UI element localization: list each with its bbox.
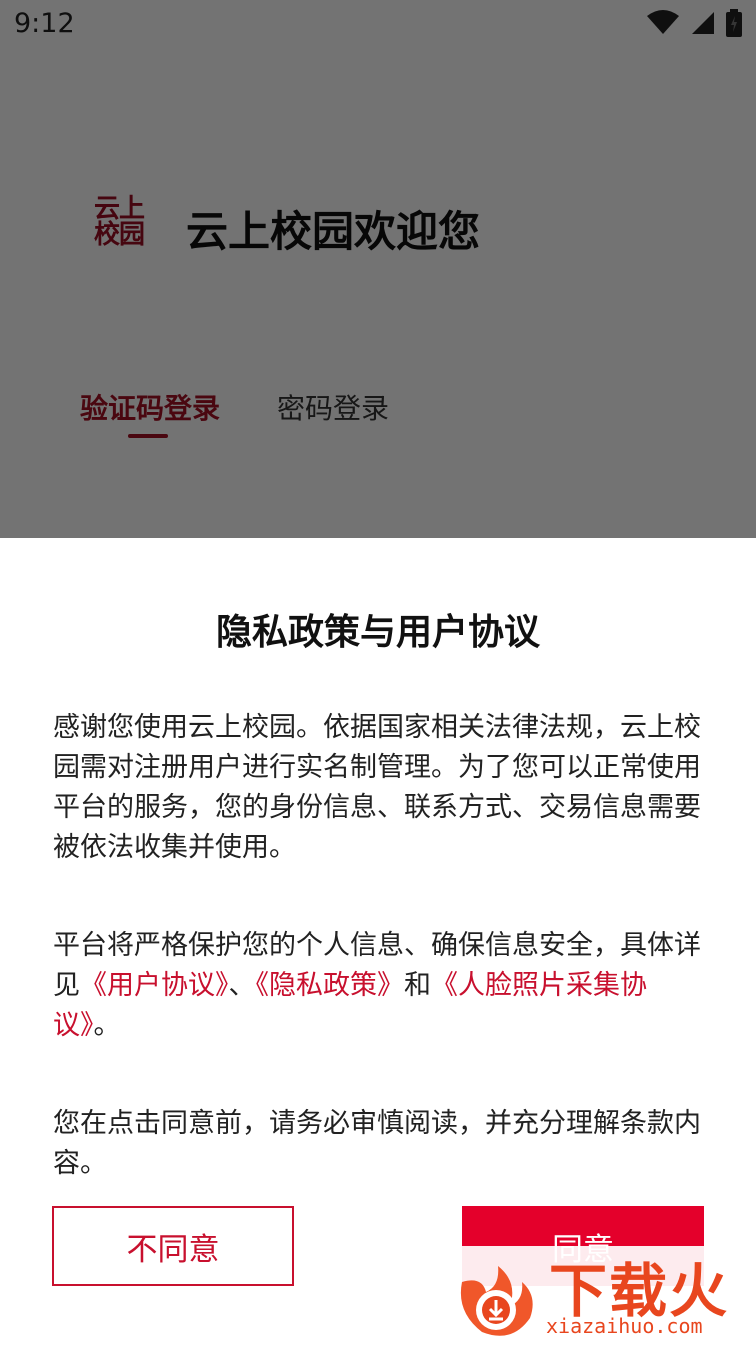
privacy-policy-link[interactable]: 《隐私政策》: [256, 970, 405, 1001]
battery-icon: [726, 9, 742, 37]
tab-code-login[interactable]: 验证码登录: [80, 387, 220, 427]
flame-download-icon: [460, 1266, 533, 1336]
watermark: 下载火 xiazaihuo.com: [444, 1246, 756, 1345]
wifi-icon: [647, 10, 679, 34]
dialog-paragraph-3: 您在点击同意前，请务必审慎阅读，并充分理解条款内容。: [53, 1108, 701, 1179]
active-tab-indicator: [128, 434, 168, 438]
welcome-title: 云上校园欢迎您: [186, 207, 481, 256]
dialog-paragraph-1: 感谢您使用云上校园。依据国家相关法律法规，云上校园需对注册用户进行实名制管理。为…: [53, 712, 701, 863]
dialog-title: 隐私政策与用户协议: [215, 612, 540, 653]
signal-icon: [692, 12, 714, 34]
and-text: 和: [404, 970, 431, 1001]
dialog-paragraph-2: 平台将严格保护您的个人信息、确保信息安全，具体详见《用户协议》、《隐私政策》和《…: [53, 926, 703, 1046]
status-time: 9:12: [14, 8, 75, 39]
disagree-button[interactable]: 不同意: [52, 1206, 294, 1286]
privacy-dialog: 隐私政策与用户协议 感谢您使用云上校园。依据国家相关法律法规，云上校园需对注册用…: [0, 538, 756, 1345]
status-bar: 9:12: [0, 0, 756, 52]
user-agreement-link[interactable]: 《用户协议》: [80, 970, 229, 1001]
app-logo: 云上 校园: [94, 194, 145, 250]
tab-password-login[interactable]: 密码登录: [277, 387, 389, 427]
status-icons: [646, 9, 742, 37]
separator-text: 、: [228, 970, 256, 1001]
period-text: 。: [93, 1010, 121, 1041]
watermark-url: xiazaihuo.com: [546, 1314, 703, 1338]
